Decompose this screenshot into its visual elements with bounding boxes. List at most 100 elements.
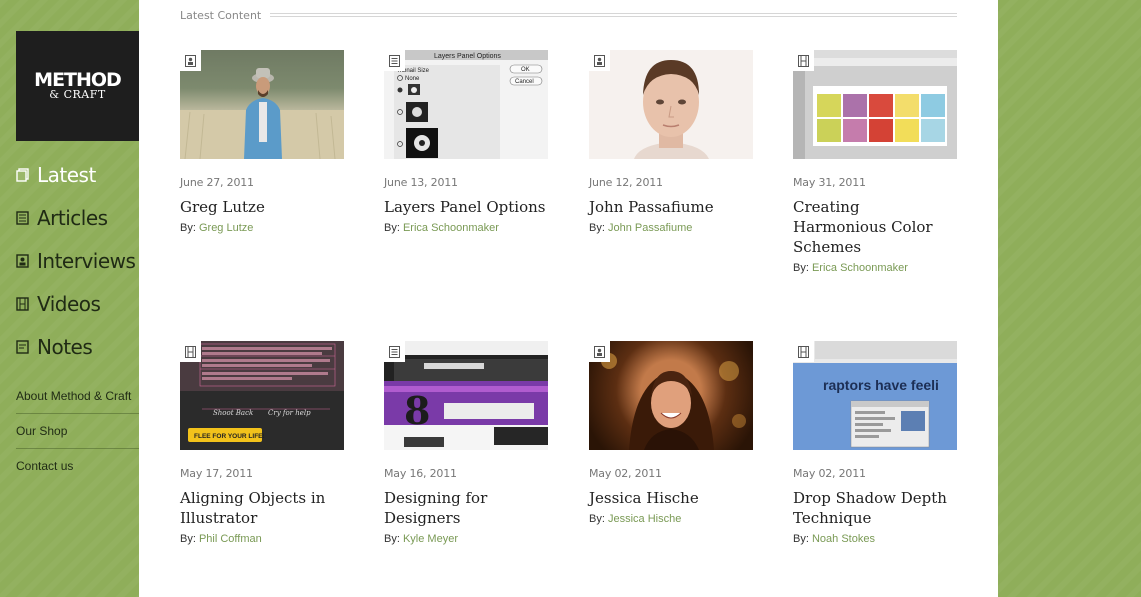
nav-item-videos[interactable]: Videos [16,282,139,325]
post-date: May 02, 2011 [793,467,866,480]
post-date: May 17, 2011 [180,467,253,480]
author-link[interactable]: Kyle Meyer [403,533,458,545]
link-shop[interactable]: Our Shop [16,413,139,448]
byline: By: Erica Schoonmaker [384,222,548,234]
interview-icon [589,341,610,362]
nav-item-latest[interactable]: Latest [16,153,139,196]
thumbnail[interactable] [589,50,753,159]
interview-icon [16,253,29,268]
author-link[interactable]: Erica Schoonmaker [812,262,908,274]
thumb-text: FLEE FOR YOUR LIFE! [194,433,265,440]
video-icon [180,341,201,362]
byline: By: Jessica Hische [589,513,753,525]
thumbnail[interactable] [180,50,344,159]
link-about[interactable]: About Method & Craft [16,378,139,413]
section-title: Latest Content [180,8,262,22]
content-card: 8 May 16, 2011 Designing for Designers B… [384,341,548,545]
post-date: May 16, 2011 [384,467,457,480]
post-title[interactable]: Designing for Designers [384,488,548,528]
main-content: Latest Content June 27, 2011 Greg Lutze … [139,0,998,597]
link-contact[interactable]: Contact us [16,448,139,483]
dialog-title: Layers Panel Options [434,53,501,60]
post-title[interactable]: Aligning Objects in Illustrator [180,488,344,528]
thumb-text: Shoot Back [213,409,253,417]
nav-item-articles[interactable]: Articles [16,196,139,239]
thumbnail[interactable]: Shoot Back Cry for help FLEE FOR YOUR LI… [180,341,344,450]
post-date: June 12, 2011 [589,176,663,189]
content-card: June 12, 2011 John Passafiume By: John P… [589,50,753,234]
secondary-nav: About Method & Craft Our Shop Contact us [16,378,139,483]
article-icon [384,341,405,362]
by-prefix: By: [180,533,196,545]
section-rule [270,13,957,17]
author-link[interactable]: Greg Lutze [199,222,253,234]
article-icon [16,210,29,225]
logo-line-1: METHOD [34,69,122,91]
content-card: raptors have feeli May 02, 2011 Drop Sha… [793,341,957,545]
logo-line-2: & CRAFT [49,88,106,101]
by-prefix: By: [793,262,809,274]
byline: By: Kyle Meyer [384,533,548,545]
byline: By: John Passafiume [589,222,753,234]
article-icon [384,50,405,71]
video-icon [793,50,814,71]
latest-icon [16,167,29,182]
post-date: June 27, 2011 [180,176,254,189]
post-title[interactable]: Layers Panel Options [384,197,548,217]
author-link[interactable]: Erica Schoonmaker [403,222,499,234]
by-prefix: By: [589,513,605,525]
dialog-cancel: Cancel [515,79,534,85]
by-prefix: By: [384,533,400,545]
post-title[interactable]: Greg Lutze [180,197,344,217]
by-prefix: By: [180,222,196,234]
post-date: May 31, 2011 [793,176,866,189]
nav-label: Latest [37,162,96,187]
post-title[interactable]: John Passafiume [589,197,753,217]
author-link[interactable]: Noah Stokes [812,533,875,545]
nav-label: Notes [37,334,93,359]
content-card: Layers Panel Options mbnail Size None OK… [384,50,548,234]
main-nav: Latest Articles Interviews Videos Notes [16,153,139,368]
content-card: Shoot Back Cry for help FLEE FOR YOUR LI… [180,341,344,545]
content-card: June 27, 2011 Greg Lutze By: Greg Lutze [180,50,344,234]
thumbnail[interactable]: raptors have feeli [793,341,957,450]
byline: By: Phil Coffman [180,533,344,545]
by-prefix: By: [384,222,400,234]
post-title[interactable]: Creating Harmonious Color Schemes [793,197,957,257]
thumbnail[interactable] [793,50,957,159]
post-title[interactable]: Drop Shadow Depth Technique [793,488,957,528]
content-card: May 02, 2011 Jessica Hische By: Jessica … [589,341,753,525]
nav-item-notes[interactable]: Notes [16,325,139,368]
site-logo[interactable]: METHOD & CRAFT [16,31,139,141]
nav-label: Articles [37,205,108,230]
video-icon [793,341,814,362]
author-link[interactable]: John Passafiume [608,222,692,234]
left-sidebar: METHOD & CRAFT Latest Articles Interview… [0,0,139,597]
author-link[interactable]: Phil Coffman [199,533,262,545]
thumb-text: Cry for help [268,409,311,417]
byline: By: Noah Stokes [793,533,957,545]
thumbnail[interactable]: Layers Panel Options mbnail Size None OK… [384,50,548,159]
content-card: May 31, 2011 Creating Harmonious Color S… [793,50,957,274]
note-icon [16,339,29,354]
interview-icon [589,50,610,71]
byline: By: Greg Lutze [180,222,344,234]
by-prefix: By: [793,533,809,545]
video-icon [16,296,29,311]
post-date: June 13, 2011 [384,176,458,189]
thumbnail[interactable] [589,341,753,450]
section-header: Latest Content [180,7,957,23]
nav-item-interviews[interactable]: Interviews [16,239,139,282]
byline: By: Erica Schoonmaker [793,262,957,274]
thumb-text: raptors have feeli [823,377,939,393]
dialog-option: None [405,76,420,82]
author-link[interactable]: Jessica Hische [608,513,681,525]
post-date: May 02, 2011 [589,467,662,480]
nav-label: Interviews [37,248,136,273]
interview-icon [180,50,201,71]
dialog-ok: OK [521,67,530,73]
nav-label: Videos [37,291,101,316]
by-prefix: By: [589,222,605,234]
thumbnail[interactable]: 8 [384,341,548,450]
post-title[interactable]: Jessica Hische [589,488,753,508]
